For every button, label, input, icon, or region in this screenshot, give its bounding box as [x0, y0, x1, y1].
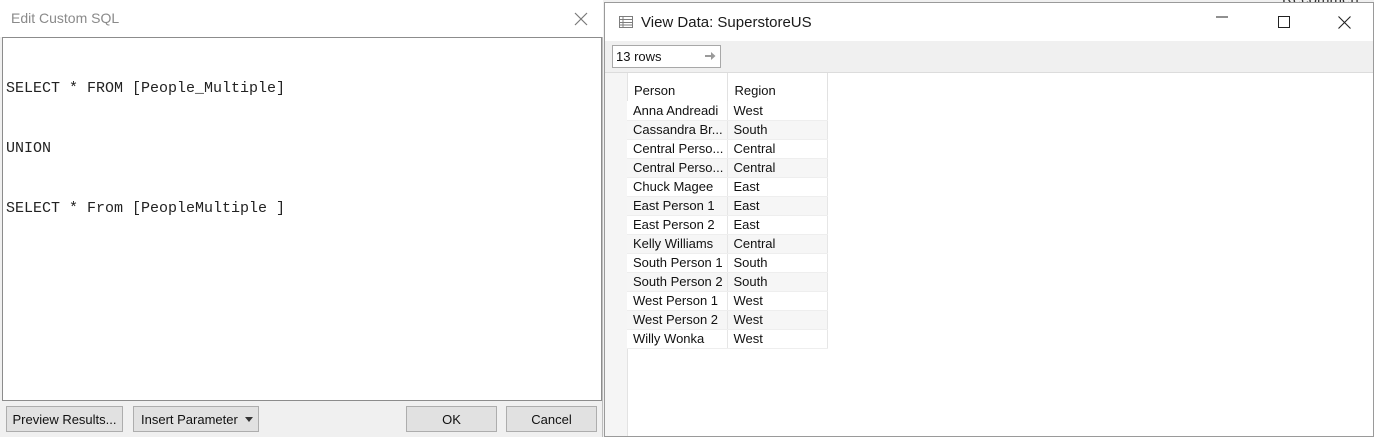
table-row: West Person 2 West [627, 310, 828, 330]
cell-person: West Person 2 [627, 310, 728, 330]
cell-person: Anna Andreadi [627, 101, 728, 121]
close-button[interactable] [568, 6, 594, 32]
rows-count-label: 13 rows [616, 49, 662, 64]
cell-person: South Person 1 [627, 253, 728, 273]
cell-region: East [727, 177, 828, 197]
cell-region: West [727, 310, 828, 330]
column-header-person[interactable]: Person [627, 73, 728, 101]
close-icon [1337, 15, 1351, 29]
cell-person: Willy Wonka [627, 329, 728, 349]
table-row: Kelly Williams Central [627, 234, 828, 254]
cell-person: Cassandra Br... [627, 120, 728, 140]
insert-parameter-button[interactable]: Insert Parameter [133, 406, 259, 432]
cell-region: Central [727, 158, 828, 178]
cell-region: West [727, 291, 828, 311]
view-data-window: View Data: SuperstoreUS 13 rows Person R… [604, 2, 1374, 437]
rows-count-field[interactable]: 13 rows [612, 45, 721, 68]
cell-person: East Person 2 [627, 215, 728, 235]
table-row: Central Perso... Central [627, 139, 828, 159]
table-row: Cassandra Br... South [627, 120, 828, 140]
cell-region: East [727, 215, 828, 235]
cell-region: East [727, 196, 828, 216]
data-grid-area: Person Region Anna Andreadi West Cassandr… [605, 73, 1373, 436]
table-row: South Person 2 South [627, 272, 828, 292]
table-row: Chuck Magee East [627, 177, 828, 197]
cell-region: South [727, 120, 828, 140]
table-row: West Person 1 West [627, 291, 828, 311]
cell-region: Central [727, 139, 828, 159]
view-data-toolbar: 13 rows [605, 41, 1373, 73]
column-header-region[interactable]: Region [727, 73, 828, 101]
window-title: View Data: SuperstoreUS [641, 14, 812, 31]
close-icon [574, 12, 588, 26]
table-row: East Person 2 East [627, 215, 828, 235]
cell-person: East Person 1 [627, 196, 728, 216]
maximize-icon [1278, 16, 1290, 28]
sql-line: SELECT * From [PeopleMultiple ] [6, 200, 286, 217]
cell-region: West [727, 329, 828, 349]
window-close-button[interactable] [1321, 3, 1367, 41]
cell-person: Central Perso... [627, 139, 728, 159]
data-table: Person Region Anna Andreadi West Cassandr… [627, 73, 828, 349]
dialog-titlebar: Edit Custom SQL [0, 0, 603, 37]
table-row: Anna Andreadi West [627, 101, 828, 121]
sql-line: SELECT * FROM [People_Multiple] [6, 80, 286, 97]
row-header-gutter [605, 73, 628, 436]
table-header-row: Person Region [627, 73, 828, 101]
table-grid-icon [619, 16, 633, 28]
cell-person: West Person 1 [627, 291, 728, 311]
insert-parameter-label: Insert Parameter [141, 411, 238, 427]
maximize-button[interactable] [1261, 3, 1307, 41]
dropdown-arrow-icon [245, 417, 253, 422]
edit-custom-sql-dialog: Edit Custom SQL SELECT * FROM [People_Mu… [0, 0, 603, 437]
sql-editor[interactable]: SELECT * FROM [People_Multiple] UNION SE… [2, 37, 602, 401]
ok-button[interactable]: OK [406, 406, 497, 432]
cell-person: Central Perso... [627, 158, 728, 178]
cell-person: Kelly Williams [627, 234, 728, 254]
minimize-button[interactable] [1199, 3, 1245, 41]
table-row: Willy Wonka West [627, 329, 828, 349]
table-row: South Person 1 South [627, 253, 828, 273]
cell-region: Central [727, 234, 828, 254]
preview-results-button[interactable]: Preview Results... [6, 406, 123, 432]
dialog-title: Edit Custom SQL [11, 10, 120, 26]
window-titlebar: View Data: SuperstoreUS [605, 3, 1373, 41]
arrow-right-icon [705, 52, 716, 60]
table-row: East Person 1 East [627, 196, 828, 216]
cell-person: South Person 2 [627, 272, 728, 292]
cell-region: West [727, 101, 828, 121]
cell-region: South [727, 253, 828, 273]
cell-region: South [727, 272, 828, 292]
cell-person: Chuck Magee [627, 177, 728, 197]
cancel-button[interactable]: Cancel [506, 406, 597, 432]
sql-line: UNION [6, 140, 52, 157]
minimize-icon [1216, 16, 1228, 18]
table-row: Central Perso... Central [627, 158, 828, 178]
